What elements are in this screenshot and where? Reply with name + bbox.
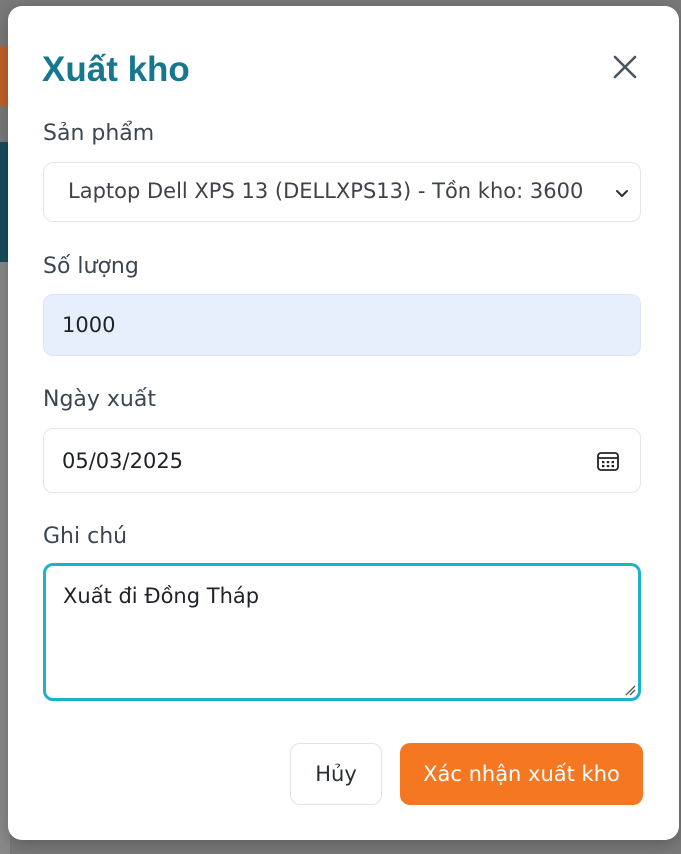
note-label: Ghi chú (43, 524, 128, 549)
note-textarea[interactable]: Xuất đi Đồng Tháp (43, 563, 641, 701)
cancel-button[interactable]: Hủy (290, 743, 382, 805)
export-date-input[interactable]: 05/03/2025 (43, 428, 641, 493)
close-button[interactable] (608, 50, 642, 84)
export-date-value: 05/03/2025 (62, 449, 184, 473)
product-select-value: Laptop Dell XPS 13 (DELLXPS13) - Tồn kho… (68, 179, 584, 203)
export-stock-dialog: Xuất kho Sản phẩm Laptop Dell XPS 13 (DE… (8, 6, 679, 840)
chevron-down-icon (616, 190, 628, 197)
dialog-title: Xuất kho (42, 50, 190, 89)
confirm-export-button[interactable]: Xác nhận xuất kho (400, 743, 643, 805)
quantity-input[interactable]: 1000 (43, 294, 641, 356)
close-icon (613, 55, 637, 79)
product-select[interactable]: Laptop Dell XPS 13 (DELLXPS13) - Tồn kho… (43, 162, 641, 222)
product-label: Sản phẩm (43, 121, 155, 146)
quantity-value: 1000 (62, 313, 116, 337)
note-value: Xuất đi Đồng Tháp (63, 584, 260, 608)
quantity-label: Số lượng (43, 254, 139, 279)
export-date-label: Ngày xuất (43, 387, 156, 412)
calendar-icon[interactable] (596, 449, 620, 473)
resize-grip-icon[interactable] (624, 684, 636, 696)
